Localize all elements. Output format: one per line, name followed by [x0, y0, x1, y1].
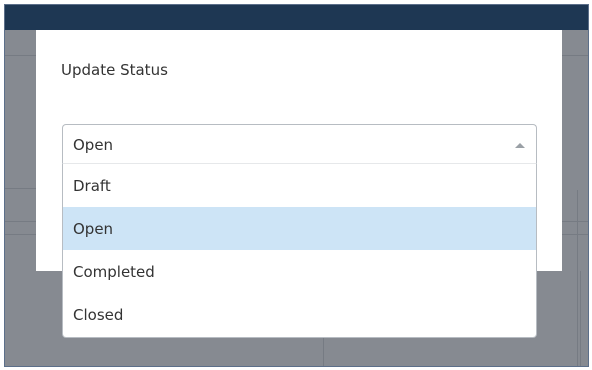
status-option-open[interactable]: Open — [63, 207, 536, 250]
status-select-value: Open — [73, 136, 114, 154]
status-option-closed[interactable]: Closed — [63, 293, 536, 336]
background-divider — [5, 55, 36, 56]
status-option-draft[interactable]: Draft — [63, 164, 536, 207]
background-divider — [562, 55, 588, 56]
status-option-completed[interactable]: Completed — [63, 250, 536, 293]
background-divider — [580, 271, 581, 366]
app-window: Update Status Open Draft Open Completed … — [4, 4, 589, 367]
status-select[interactable]: Open — [62, 124, 537, 164]
status-dropdown-list: Draft Open Completed Closed — [62, 164, 537, 338]
background-divider — [577, 190, 578, 366]
background-divider — [323, 337, 324, 366]
caret-up-icon — [515, 143, 525, 148]
dialog-title: Update Status — [61, 61, 168, 79]
app-header-bar — [5, 5, 588, 30]
